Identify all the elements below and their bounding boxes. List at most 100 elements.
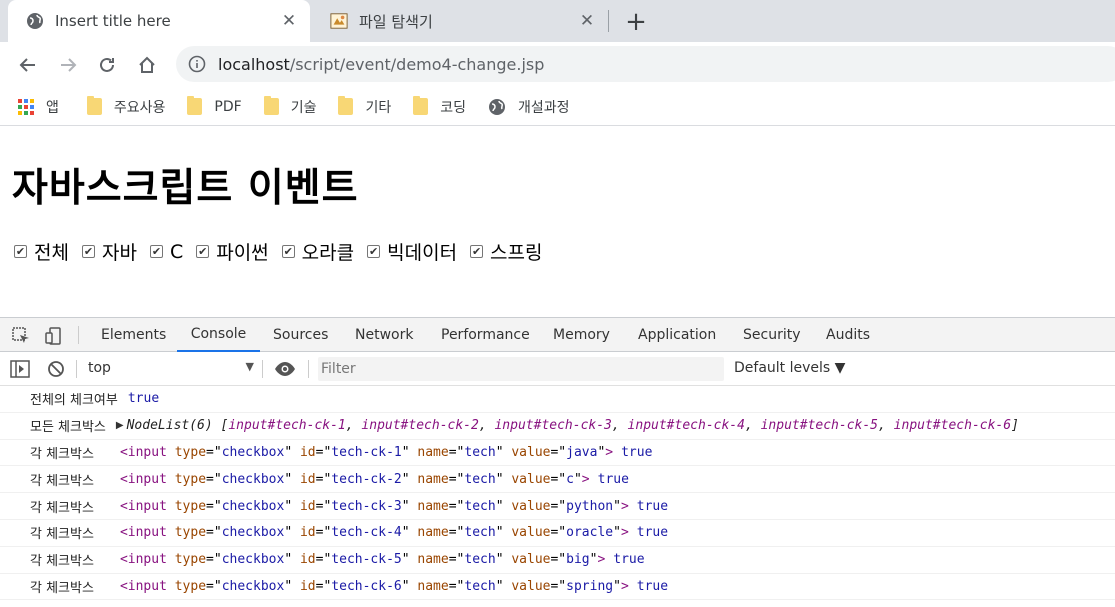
tag-close: > — [620, 525, 629, 541]
tab-security[interactable]: Security — [743, 318, 801, 352]
element-node[interactable]: <input type="checkbox" id="tech-ck-4" na… — [120, 525, 629, 540]
folder-icon — [86, 96, 102, 115]
console-line: 각 체크박스 <input type="checkbox" id="tech-c… — [0, 520, 1115, 547]
attr-value-name: value — [511, 525, 551, 541]
dropdown-triangle-icon: ▼ — [245, 360, 254, 373]
tab-elements[interactable]: Elements — [101, 318, 166, 352]
tab-performance[interactable]: Performance — [441, 318, 530, 352]
reload-button[interactable] — [92, 50, 122, 80]
checkbox-checked-icon[interactable]: ✔ — [281, 245, 295, 258]
tag-close: > — [620, 578, 629, 594]
element-node[interactable]: <input type="checkbox" id="tech-ck-2" na… — [120, 472, 590, 487]
tab-file-explorer[interactable]: 파일 탐색기 ✕ — [312, 0, 608, 42]
inspect-element-icon[interactable] — [10, 325, 32, 347]
checkbox-java[interactable]: ✔ 자바 — [81, 238, 137, 265]
nodelist-item: input#tech-ck-3 — [494, 418, 612, 434]
nodelist-item: input#tech-ck-5 — [760, 418, 879, 434]
address-bar[interactable]: localhost/script/event/demo4-change.jsp — [176, 46, 1115, 82]
tab-network[interactable]: Network — [355, 318, 413, 352]
tab-memory[interactable]: Memory — [553, 318, 610, 352]
tab-application[interactable]: Application — [638, 318, 716, 352]
bookmark-label: 앱 — [46, 99, 59, 116]
checkbox-oracle[interactable]: ✔ 오라클 — [281, 238, 354, 265]
attr-id-value: tech-ck-2 — [331, 471, 402, 487]
element-node[interactable]: <input type="checkbox" id="tech-ck-3" na… — [120, 499, 629, 514]
element-node[interactable]: <input type="checkbox" id="tech-ck-6" na… — [120, 579, 629, 594]
attr-type-value: checkbox — [221, 471, 285, 487]
checkbox-checked-icon[interactable]: ✔ — [149, 245, 163, 258]
attr-name-value: tech — [464, 525, 496, 541]
element-node[interactable]: <input type="checkbox" id="tech-ck-1" na… — [120, 445, 613, 460]
checkbox-label: 빅데이터 — [387, 242, 458, 264]
checkbox-checked-icon[interactable]: ✔ — [14, 245, 27, 258]
log-result: true — [636, 498, 669, 514]
page-content: 자바스크립트 이벤트 ✔ 전체 ✔ 자바 ✔ C ✔ 파이썬 ✔ 오라클 ✔ 빅데이터 ✔ 스… — [0, 127, 1115, 317]
forward-button[interactable] — [53, 50, 83, 80]
expand-triangle-icon[interactable]: ▶ — [116, 420, 124, 431]
filter-input[interactable]: Filter — [318, 357, 724, 381]
nodelist-value[interactable]: NodeList(6) [input#tech-ck-1, input#tech… — [127, 418, 1019, 433]
folder-icon — [338, 96, 354, 115]
apps-grid-icon — [18, 98, 34, 115]
checkbox-checked-icon[interactable]: ✔ — [470, 245, 484, 258]
context-label: top — [88, 360, 111, 376]
tag-open: <input — [119, 471, 167, 487]
arrow-right-icon — [61, 58, 77, 72]
tag-close: > — [620, 498, 629, 514]
toolbar-divider — [78, 326, 79, 344]
attr-value-name: value — [511, 498, 551, 514]
checkbox-bigdata[interactable]: ✔ 빅데이터 — [367, 238, 457, 265]
nodelist-suffix: ] — [1011, 418, 1019, 434]
eye-icon[interactable] — [274, 358, 296, 380]
attr-name-name: name — [417, 525, 449, 541]
tab-console[interactable]: Console — [177, 318, 260, 352]
page-title: 자바스크립트 이벤트 — [12, 166, 359, 211]
tab-insert-title[interactable]: Insert title here ✕ — [8, 0, 310, 42]
default-levels-dropdown[interactable]: Default levels ▼ — [734, 360, 845, 376]
checkbox-label: 스프링 — [490, 242, 543, 264]
context-selector[interactable]: top ▼ — [88, 360, 254, 376]
close-tab-icon[interactable]: ✕ — [576, 10, 598, 32]
checkbox-checked-icon[interactable]: ✔ — [196, 245, 210, 258]
checkbox-spring[interactable]: ✔ 스프링 — [470, 238, 543, 265]
checkbox-c[interactable]: ✔ C — [149, 241, 183, 263]
nodelist-item: input#tech-ck-4 — [627, 418, 745, 434]
bookmark-folder-coding[interactable]: 코딩 — [413, 96, 466, 117]
bookmark-folder-pdf[interactable]: PDF — [187, 96, 242, 115]
tab-sources[interactable]: Sources — [273, 318, 328, 352]
bookmark-course[interactable]: 개설과정 — [488, 97, 570, 117]
checkbox-all[interactable]: ✔ 전체 — [14, 238, 69, 265]
console-toolbar: top ▼ Filter Default levels ▼ — [0, 352, 1115, 386]
console-line: 각 체크박스 <input type="checkbox" id="tech-c… — [0, 574, 1115, 601]
new-tab-button[interactable]: + — [622, 8, 650, 36]
toolbar-divider — [76, 360, 77, 378]
element-node[interactable]: <input type="checkbox" id="tech-ck-5" na… — [120, 552, 605, 567]
attr-type-value: checkbox — [221, 525, 285, 541]
attr-value-name: value — [511, 471, 551, 487]
info-icon[interactable] — [188, 55, 206, 73]
bookmark-folder-main[interactable]: 주요사용 — [86, 96, 165, 117]
tab-audits[interactable]: Audits — [826, 318, 870, 352]
checkbox-python[interactable]: ✔ 파이썬 — [196, 238, 269, 265]
bookmark-folder-etc[interactable]: 기타 — [338, 96, 391, 117]
attr-value-value: python — [566, 498, 614, 514]
home-button[interactable] — [132, 50, 162, 80]
clear-console-icon[interactable] — [45, 358, 67, 380]
bookmark-folder-tech[interactable]: 기술 — [263, 96, 316, 117]
attr-name-value: tech — [464, 498, 496, 514]
device-toolbar-icon[interactable] — [43, 325, 65, 347]
bookmark-apps[interactable]: 앱 — [18, 97, 59, 117]
devtools-tab-bar: Elements Console Sources Network Perform… — [0, 317, 1115, 352]
attr-name-name: name — [417, 498, 449, 514]
back-button[interactable] — [13, 50, 43, 80]
toolbar-divider — [262, 360, 263, 378]
close-tab-icon[interactable]: ✕ — [278, 10, 300, 32]
attr-value-value: c — [566, 471, 574, 487]
checkbox-checked-icon[interactable]: ✔ — [81, 245, 95, 258]
tag-open: <input — [119, 578, 167, 594]
tag-open: <input — [119, 525, 167, 541]
bookmark-label: 개설과정 — [518, 99, 570, 116]
console-line: 각 체크박스 <input type="checkbox" id="tech-c… — [0, 493, 1115, 520]
show-sidebar-icon[interactable] — [9, 358, 31, 380]
checkbox-checked-icon[interactable]: ✔ — [367, 245, 381, 258]
